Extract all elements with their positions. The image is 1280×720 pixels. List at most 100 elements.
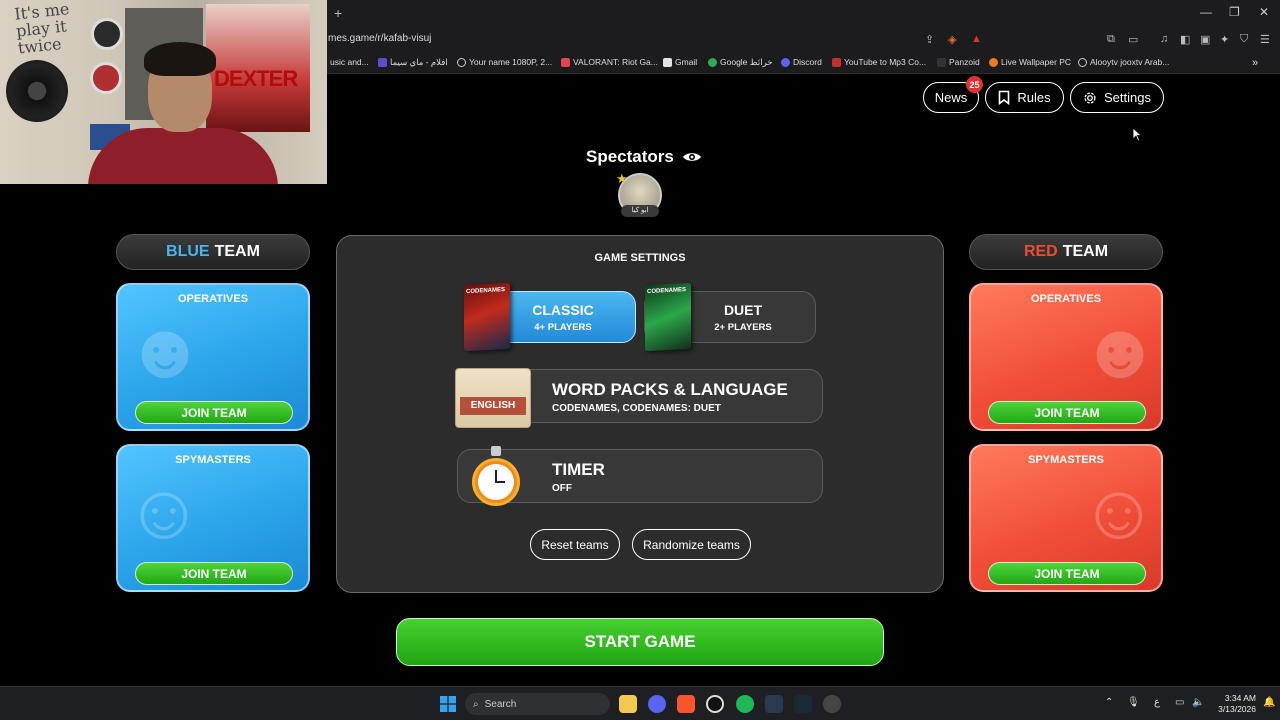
- search-label: Search: [484, 698, 517, 710]
- bookmark-icon: [999, 90, 1010, 105]
- streamer-figure: [88, 42, 278, 184]
- steam-icon[interactable]: [794, 695, 812, 713]
- start-game-button[interactable]: START GAME: [396, 618, 884, 666]
- vinyl-record-decoration: [6, 60, 68, 122]
- reset-teams-button[interactable]: Reset teams: [530, 529, 620, 560]
- new-tab-button[interactable]: +: [334, 5, 342, 21]
- clock-date: 3/13/2026: [1218, 704, 1256, 714]
- volume-icon[interactable]: 🔈: [1192, 697, 1204, 708]
- taskbar-search[interactable]: ⌕ Search: [465, 693, 610, 715]
- rules-label: Rules: [1017, 90, 1051, 105]
- red-team-word: TEAM: [1062, 243, 1109, 260]
- extensions-icon[interactable]: ⧉: [1107, 33, 1115, 46]
- host-star-icon: ★: [616, 171, 628, 186]
- globe-icon: [457, 57, 466, 67]
- bookmark-item[interactable]: Panzoid: [937, 57, 980, 67]
- blue-operatives-title: OPERATIVES: [177, 293, 249, 305]
- keyboard-language[interactable]: ع: [1154, 697, 1160, 708]
- discord-icon[interactable]: [648, 695, 666, 713]
- game-settings-title: GAME SETTINGS: [594, 252, 686, 264]
- duet-box-text: CODENAMES: [647, 287, 687, 296]
- sidebar-icon[interactable]: ◧: [1180, 33, 1190, 46]
- red-team-header: RED TEAM: [969, 234, 1163, 270]
- maximize-icon[interactable]: ❐: [1229, 5, 1240, 19]
- brave-icon[interactable]: [677, 695, 695, 713]
- microphone-icon[interactable]: 🎙: [1127, 697, 1140, 708]
- blue-team-header: BLUE TEAM: [116, 234, 310, 270]
- panzoid-icon: [937, 57, 946, 67]
- wallet-icon[interactable]: ▣: [1200, 33, 1210, 46]
- red-spymasters-card: SPYMASTERS ☺ JOIN TEAM: [969, 444, 1163, 592]
- brave-rewards-icon[interactable]: ▲: [971, 33, 982, 45]
- windows-start-icon[interactable]: [440, 696, 456, 712]
- wallpaper-icon: [989, 57, 998, 67]
- bookmark-item[interactable]: Gmail: [663, 57, 697, 67]
- notifications-icon[interactable]: 🔔: [1263, 697, 1275, 708]
- media-icon[interactable]: ♫: [1160, 33, 1168, 45]
- vpn-icon[interactable]: ⛉: [1240, 33, 1248, 46]
- spotify-icon[interactable]: [736, 695, 754, 713]
- rules-button[interactable]: Rules: [985, 82, 1064, 113]
- blue-team-word: TEAM: [214, 243, 260, 260]
- obs-icon[interactable]: [706, 695, 724, 713]
- classic-box-art: CODENAMES: [464, 282, 510, 352]
- leo-ai-icon[interactable]: ✦: [1220, 33, 1229, 46]
- spymaster-illustration-icon: ☺: [1079, 467, 1159, 555]
- language-tile: ENGLISH: [455, 368, 531, 428]
- blue-spymasters-title: SPYMASTERS: [175, 454, 251, 466]
- bookmark-item[interactable]: Alooytv jooxtv Arab...: [1078, 57, 1169, 67]
- red-spymasters-join-button[interactable]: JOIN TEAM: [988, 562, 1146, 585]
- search-icon: ⌕: [473, 698, 479, 710]
- clock-time: 3:34 AM: [1224, 693, 1256, 703]
- share-icon[interactable]: ⇪: [925, 33, 934, 46]
- youtube-icon: [832, 57, 841, 67]
- url-text[interactable]: mes.game/r/kafab-visuj: [328, 33, 431, 44]
- brave-shield-icon[interactable]: ◈: [948, 33, 956, 46]
- globe-icon: [1078, 57, 1087, 67]
- file-explorer-icon[interactable]: [619, 695, 637, 713]
- blue-operatives-join-button[interactable]: JOIN TEAM: [135, 401, 293, 424]
- maps-icon: [708, 58, 717, 67]
- word-packs-value: CODENAMES, CODENAMES: DUET: [552, 403, 721, 414]
- bookmark-item[interactable]: Google خرائط: [708, 57, 773, 68]
- red-operatives-title: OPERATIVES: [1030, 293, 1102, 305]
- bookmarks-overflow-icon[interactable]: »: [1252, 57, 1258, 69]
- close-window-icon[interactable]: ✕: [1259, 5, 1269, 19]
- red-operatives-join-button[interactable]: JOIN TEAM: [988, 401, 1146, 424]
- bookmark-icon: [378, 58, 387, 67]
- gear-icon: [1084, 91, 1096, 104]
- discord-icon: [781, 57, 790, 67]
- game-app-icon[interactable]: [823, 695, 841, 713]
- word-packs-label: WORD PACKS & LANGUAGE: [552, 380, 788, 399]
- tab-search-icon[interactable]: ▭: [1128, 33, 1138, 46]
- blue-team-color-word: BLUE: [166, 243, 210, 260]
- bookmark-item[interactable]: Your name 1080P, 2...: [457, 57, 552, 67]
- blue-operatives-card: OPERATIVES ☻ JOIN TEAM: [116, 283, 310, 431]
- spectator-name: ابو كيا: [621, 205, 659, 217]
- valorant-icon: [561, 57, 570, 67]
- tray-overflow-icon[interactable]: ⌃: [1105, 697, 1113, 708]
- clock[interactable]: 3:34 AM 3/13/2026: [1208, 693, 1256, 715]
- settings-label: Settings: [1104, 90, 1151, 105]
- bookmark-item[interactable]: Live Wallpaper PC: [989, 57, 1071, 67]
- operative-illustration-icon: ☻: [1079, 306, 1162, 394]
- news-button[interactable]: News 25: [923, 76, 983, 113]
- xbox-app-icon[interactable]: [765, 695, 783, 713]
- game-settings-panel: GAME SETTINGS CLASSIC 4+ PLAYERS CODENAM…: [336, 235, 944, 593]
- bookmark-item[interactable]: VALORANT: Riot Ga...: [561, 57, 658, 67]
- bookmark-item[interactable]: Discord: [781, 57, 822, 67]
- menu-icon[interactable]: ☰: [1260, 33, 1270, 46]
- bookmark-item[interactable]: افلام - ماي سيما: [378, 57, 448, 68]
- blue-spymasters-join-button[interactable]: JOIN TEAM: [135, 562, 293, 585]
- classic-box-text: CODENAMES: [466, 287, 506, 296]
- settings-button[interactable]: Settings: [1070, 82, 1164, 113]
- network-icon[interactable]: ▭: [1175, 697, 1184, 708]
- wall-text: It's me play it twice: [13, 0, 71, 58]
- randomize-teams-button[interactable]: Randomize teams: [632, 529, 751, 560]
- red-spymasters-title: SPYMASTERS: [1028, 454, 1104, 466]
- spectators-title: Spectators: [586, 147, 702, 167]
- bookmark-item[interactable]: YouTube to Mp3 Co...: [832, 57, 926, 67]
- bookmark-item[interactable]: usic and...: [330, 57, 369, 67]
- minimize-icon[interactable]: —: [1200, 5, 1212, 19]
- eye-icon[interactable]: [682, 150, 702, 164]
